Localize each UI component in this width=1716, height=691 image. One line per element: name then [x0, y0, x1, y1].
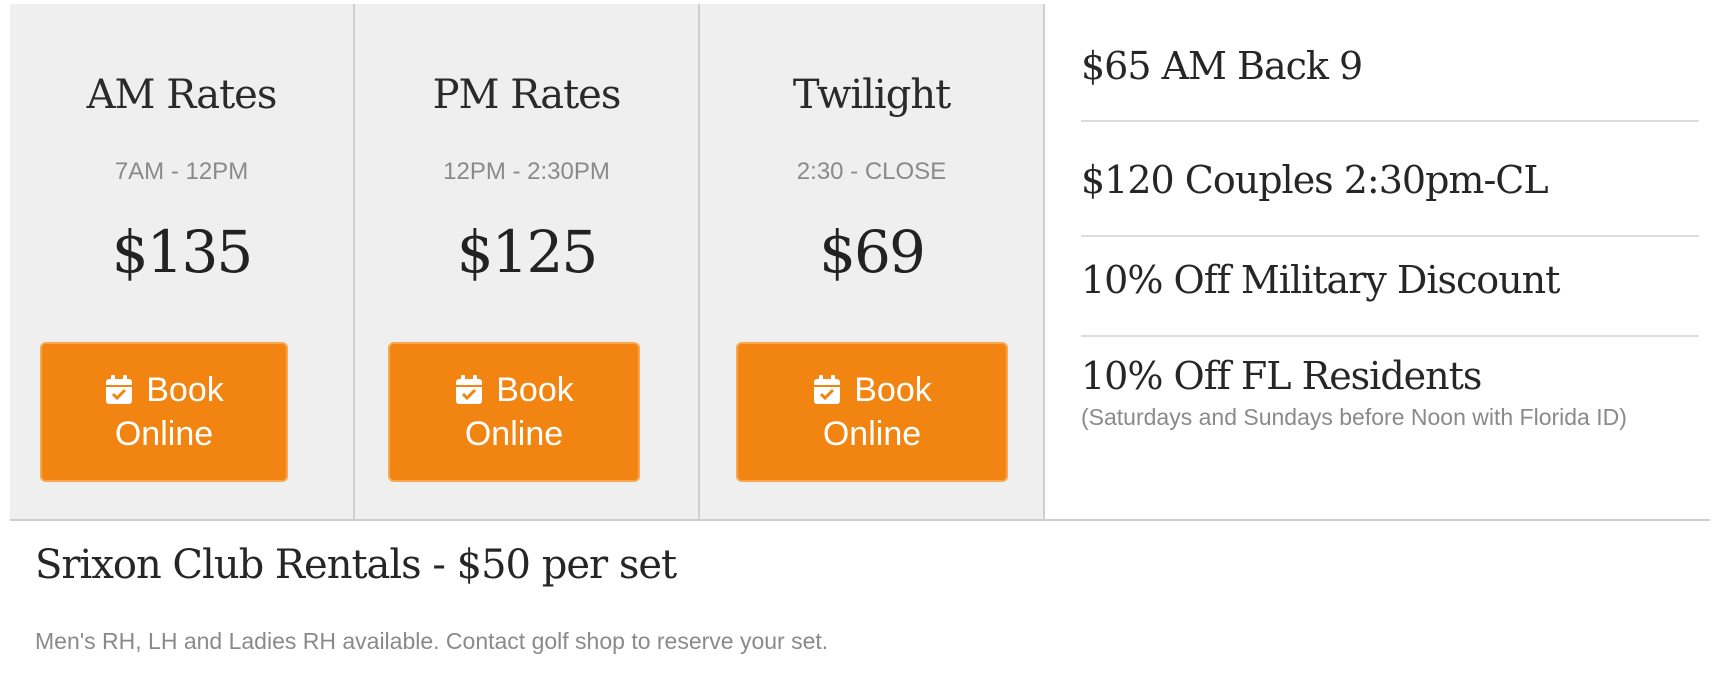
- rate-time: 2:30 - CLOSE: [796, 158, 947, 185]
- rate-title: PM Rates: [432, 72, 622, 118]
- calendar-check-icon: [456, 375, 483, 404]
- special-item: 10% Off FL Residents (Saturdays and Sund…: [1081, 354, 1699, 454]
- special-item: 10% Off Military Discount: [1081, 258, 1699, 337]
- book-online-button[interactable]: Book Online: [388, 342, 640, 482]
- rates-section: AM Rates 7AM - 12PM $135 Book Online PM …: [10, 4, 1710, 521]
- rates-page: AM Rates 7AM - 12PM $135 Book Online PM …: [0, 0, 1716, 691]
- specials-list: $65 AM Back 9 $120 Couples 2:30pm-CL 10%…: [1045, 4, 1710, 519]
- calendar-check-icon: [814, 375, 841, 404]
- book-online-button[interactable]: Book Online: [40, 342, 288, 482]
- club-rentals-title: Srixon Club Rentals - $50 per set: [35, 542, 677, 588]
- rate-title: AM Rates: [86, 72, 278, 118]
- online-label: Online: [114, 415, 214, 453]
- rate-price: $125: [456, 218, 599, 286]
- online-label: Online: [822, 415, 922, 453]
- rate-title: Twilight: [792, 72, 951, 118]
- rate-card-am: AM Rates 7AM - 12PM $135 Book Online: [10, 4, 355, 519]
- calendar-check-icon: [106, 375, 133, 404]
- rate-time: 12PM - 2:30PM: [443, 158, 610, 185]
- rate-price: $135: [111, 218, 254, 286]
- special-item: $65 AM Back 9: [1081, 44, 1699, 122]
- book-label: Book: [496, 371, 574, 409]
- special-title: $120 Couples 2:30pm-CL: [1081, 158, 1549, 202]
- special-note: (Saturdays and Sundays before Noon with …: [1081, 404, 1627, 430]
- rate-card-twilight: Twilight 2:30 - CLOSE $69 Book Online: [700, 4, 1045, 519]
- special-title: 10% Off FL Residents: [1081, 354, 1482, 398]
- club-rentals-description: Men's RH, LH and Ladies RH available. Co…: [35, 628, 829, 654]
- book-label: Book: [146, 371, 224, 409]
- book-online-button[interactable]: Book Online: [736, 342, 1008, 482]
- book-label: Book: [854, 371, 932, 409]
- online-label: Online: [464, 415, 564, 453]
- rate-price: $69: [819, 218, 926, 286]
- rate-time: 7AM - 12PM: [114, 158, 249, 185]
- rate-card-pm: PM Rates 12PM - 2:30PM $125 Book Online: [355, 4, 700, 519]
- special-title: 10% Off Military Discount: [1081, 258, 1560, 302]
- special-title: $65 AM Back 9: [1081, 44, 1363, 88]
- special-item: $120 Couples 2:30pm-CL: [1081, 158, 1699, 237]
